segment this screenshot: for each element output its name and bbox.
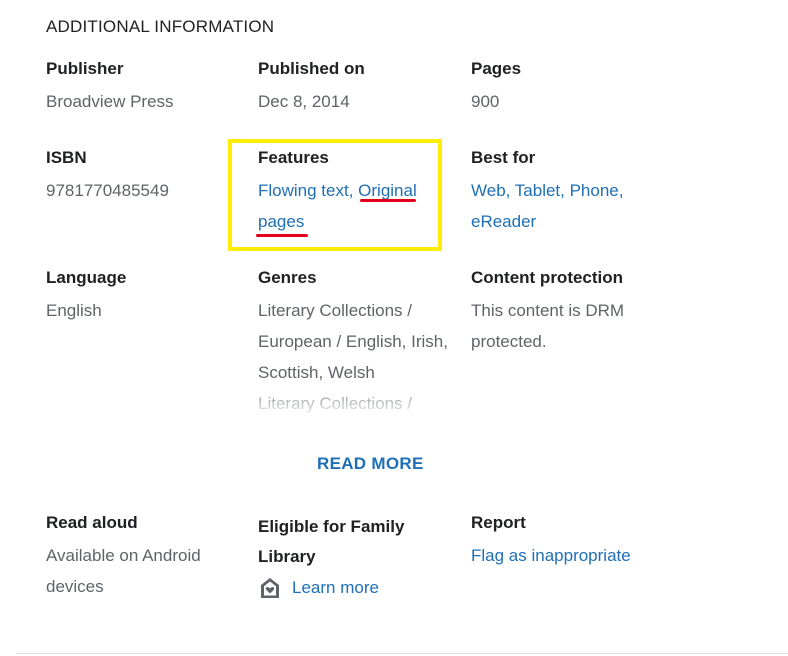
flag-inappropriate-link[interactable]: Flag as inappropriate	[471, 546, 631, 565]
read-aloud-line1: Available on Android	[46, 546, 201, 565]
isbn-field: ISBN 9781770485549	[46, 147, 246, 206]
genres-label: Genres	[258, 268, 317, 287]
isbn-label: ISBN	[46, 148, 87, 167]
content-protection-value: This content is DRM protected.	[471, 295, 671, 357]
family-library-label-line2: Library	[258, 547, 316, 566]
language-field: Language English	[46, 267, 246, 326]
content-protection-field: Content protection This content is DRM p…	[471, 267, 671, 357]
section-title: ADDITIONAL INFORMATION	[46, 17, 275, 36]
pages-field: Pages 900	[471, 58, 671, 117]
read-aloud-label: Read aloud	[46, 513, 138, 532]
genres-value: Literary Collections / European / Englis…	[258, 295, 458, 419]
publisher-value: Broadview Press	[46, 92, 174, 111]
pages-label: Pages	[471, 59, 522, 78]
family-library-field: Eligible for Family Library Learn more	[258, 512, 458, 600]
genres-line: Literary Collections /	[258, 394, 413, 413]
family-library-label-line1: Eligible for Family	[258, 517, 405, 536]
report-value: Flag as inappropriate	[471, 540, 691, 571]
report-label: Report	[471, 513, 526, 532]
read-aloud-line2: devices	[46, 577, 104, 596]
red-underline-original	[360, 199, 416, 202]
language-label: Language	[46, 268, 127, 287]
pages-value: 900	[471, 92, 500, 111]
genres-line: Literary Collections /	[258, 301, 413, 320]
language-value: English	[46, 301, 102, 320]
genres-field: Genres Literary Collections / European /…	[258, 267, 458, 419]
content-protection-line1: This content is DRM	[471, 301, 625, 320]
best-for-devices-line1[interactable]: Web, Tablet, Phone,	[471, 181, 623, 200]
best-for-field: Best for Web, Tablet, Phone, eReader	[471, 147, 671, 237]
best-for-label: Best for	[471, 148, 536, 167]
best-for-devices-line2[interactable]: eReader	[471, 212, 536, 231]
publisher-field: Publisher Broadview Press	[46, 58, 246, 117]
family-library-learn-more[interactable]: Learn more	[258, 576, 458, 600]
genres-line: Scottish, Welsh	[258, 363, 375, 382]
content-protection-label: Content protection	[471, 268, 624, 287]
published-on-value: Dec 8, 2014	[258, 92, 350, 111]
read-more-button[interactable]: READ MORE	[317, 454, 424, 474]
isbn-value: 9781770485549	[46, 181, 169, 200]
content-protection-line2: protected.	[471, 332, 547, 351]
genres-line: European / English, Irish,	[258, 332, 448, 351]
read-aloud-field: Read aloud Available on Android devices	[46, 512, 246, 602]
family-library-icon	[261, 578, 279, 598]
best-for-value: Web, Tablet, Phone, eReader	[471, 175, 671, 237]
report-field: Report Flag as inappropriate	[471, 512, 691, 571]
red-underline-pages	[256, 234, 308, 237]
family-library-label: Eligible for Family Library	[258, 512, 458, 572]
published-on-label: Published on	[258, 59, 365, 78]
learn-more-link[interactable]: Learn more	[292, 578, 379, 598]
published-on-field: Published on Dec 8, 2014	[258, 58, 458, 117]
bottom-divider	[16, 653, 788, 654]
publisher-label: Publisher	[46, 59, 124, 78]
read-aloud-value: Available on Android devices	[46, 540, 246, 602]
